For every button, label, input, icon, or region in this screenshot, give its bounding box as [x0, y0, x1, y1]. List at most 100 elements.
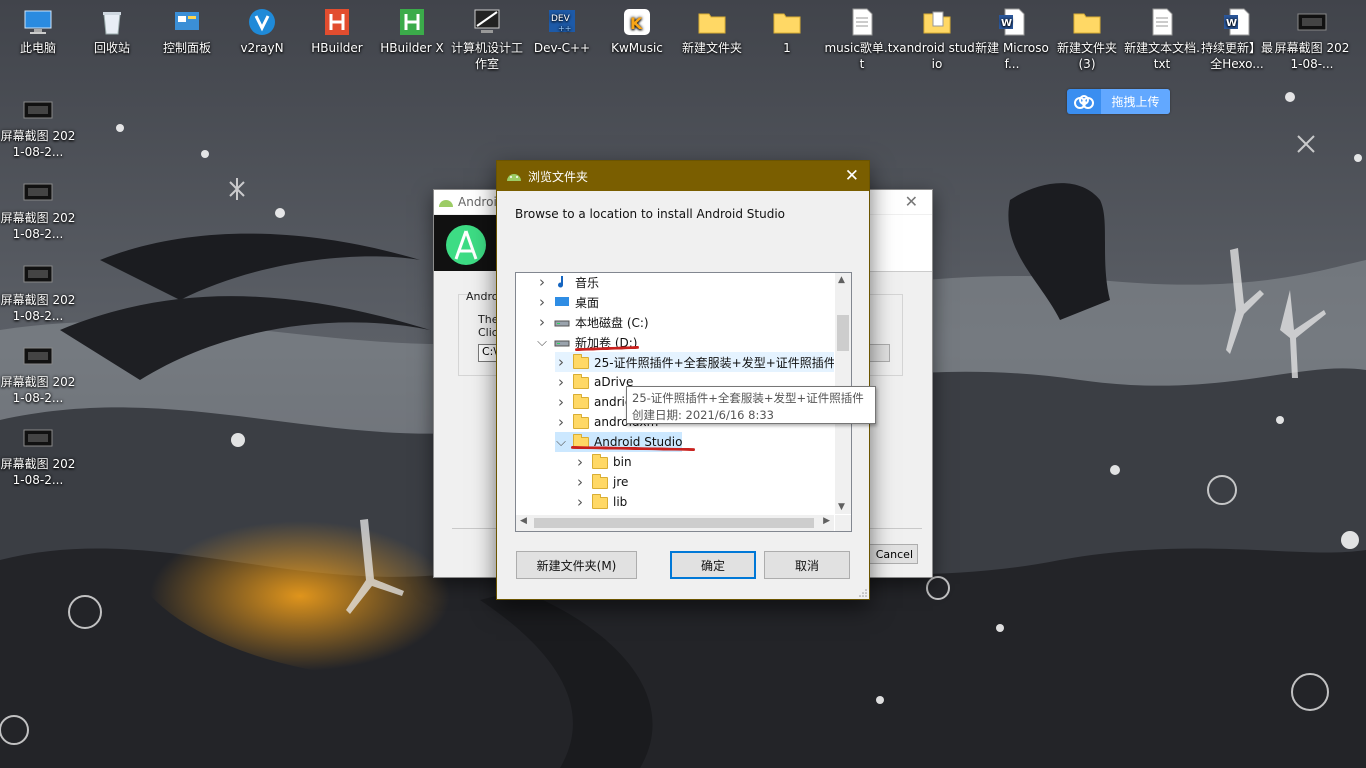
desktop-icon-4[interactable]: HBuilder: [299, 6, 375, 56]
desktop-icon-label: 此电脑: [19, 41, 56, 55]
folder-icon: [696, 6, 728, 38]
scroll-left-icon[interactable]: ◀: [520, 516, 527, 526]
chevron-right-icon[interactable]: ›: [555, 373, 567, 391]
chevron-right-icon[interactable]: ›: [536, 273, 548, 291]
tree-item-label: jre: [613, 475, 629, 489]
desktop-icon-label: music歌单.txt: [824, 41, 900, 71]
desktop-icon-label: android studio: [899, 41, 975, 71]
desktop-icon-5[interactable]: HBuilder X: [374, 6, 450, 56]
folder-doc-icon: [921, 6, 953, 38]
chevron-right-icon[interactable]: ›: [536, 313, 548, 331]
ok-button[interactable]: 确定: [670, 551, 756, 579]
desktop-icon-7[interactable]: DEV ++ Dev-C++: [524, 6, 600, 56]
chevron-right-icon[interactable]: ›: [536, 293, 548, 311]
chevron-right-icon[interactable]: ›: [574, 473, 586, 491]
horizontal-scrollbar[interactable]: ◀ ▶: [516, 515, 834, 531]
desktop-icon-8[interactable]: K KwMusic: [599, 6, 675, 56]
new-folder-button[interactable]: 新建文件夹(M): [516, 551, 637, 579]
desktop-icon-label: 计算机设计工作室: [450, 41, 523, 71]
scroll-right-icon[interactable]: ▶: [823, 516, 830, 526]
tree-item-label: 音乐: [575, 275, 600, 290]
tree-item[interactable]: › jre: [574, 472, 628, 492]
tree-item[interactable]: › bin: [574, 452, 632, 472]
desktop-icon-0[interactable]: 此电脑: [0, 6, 76, 56]
svg-text:W: W: [1226, 18, 1237, 29]
desktop-icon-15[interactable]: 新建文本文档.txt: [1124, 6, 1200, 72]
desktop-icon-label: 屏幕截图 2021-08-2...: [0, 129, 76, 159]
screenshot-icon: [22, 94, 54, 126]
desktop-icon-3[interactable]: v2rayN: [224, 6, 300, 56]
scroll-down-icon[interactable]: ▼: [838, 502, 845, 512]
scroll-thumb[interactable]: [837, 315, 849, 351]
screenshot-file-2[interactable]: 屏幕截图 2021-08-2...: [0, 258, 76, 324]
screenshot-icon: [22, 340, 54, 372]
folder-icon: [1071, 6, 1103, 38]
chevron-right-icon[interactable]: ›: [555, 353, 567, 371]
tree-item[interactable]: › andrid: [555, 392, 632, 412]
tree-item-label: 25-证件照插件+全套服装+发型+证件照插件: [594, 355, 836, 370]
folder-icon: [592, 494, 608, 509]
screenshot-file-0[interactable]: 屏幕截图 2021-08-2...: [0, 94, 76, 160]
desktop-icon-17[interactable]: 屏幕截图 2021-08-...: [1274, 6, 1350, 72]
desktop-icon-6[interactable]: 计算机设计工作室: [449, 6, 525, 72]
screenshot-file-1[interactable]: 屏幕截图 2021-08-2...: [0, 176, 76, 242]
desktop-icon-12[interactable]: android studio: [899, 6, 975, 72]
browse-titlebar: 浏览文件夹 ✕: [497, 161, 869, 191]
svg-text:K: K: [630, 14, 643, 33]
tree-item[interactable]: › 本地磁盘 (C:): [536, 312, 649, 332]
hbuilderx-icon: [396, 6, 428, 38]
desktop-icon-label: 屏幕截图 2021-08-2...: [0, 211, 76, 241]
hscroll-thumb[interactable]: [534, 518, 814, 528]
desktop-icon-11[interactable]: music歌单.txt: [824, 6, 900, 72]
tree-item[interactable]: › 音乐: [536, 273, 600, 292]
screenshot-file-4[interactable]: 屏幕截图 2021-08-2...: [0, 422, 76, 488]
computer-icon: [22, 6, 54, 38]
chevron-down-icon[interactable]: ⌵: [555, 435, 567, 450]
scroll-up-icon[interactable]: ▲: [838, 275, 845, 285]
desktop-icon-label: HBuilder X: [380, 41, 444, 55]
chevron-right-icon[interactable]: ›: [574, 493, 586, 511]
desktop-icon-1[interactable]: 回收站: [74, 6, 150, 56]
cloud-icon: [1074, 94, 1094, 109]
desktop-icon-16[interactable]: W 持续更新】最全Hexo...: [1199, 6, 1275, 72]
upload-widget[interactable]: 拖拽上传: [1067, 89, 1170, 114]
chevron-down-icon[interactable]: ⌵: [536, 335, 548, 350]
setup-cancel-button[interactable]: Cancel: [864, 544, 918, 564]
tree-item[interactable]: › 25-证件照插件+全套服装+发型+证件照插件: [555, 352, 836, 372]
desktop-icon-13[interactable]: W 新建 Microsof...: [974, 6, 1050, 72]
svg-text:DEV: DEV: [551, 14, 571, 24]
android-icon: [439, 200, 453, 207]
text-file-icon: [846, 6, 878, 38]
tree-item[interactable]: › 桌面: [536, 292, 599, 312]
close-icon[interactable]: ✕: [845, 166, 859, 186]
chevron-right-icon[interactable]: ›: [555, 413, 567, 431]
desktop-icon-9[interactable]: 新建文件夹: [674, 6, 750, 56]
desktop-icon-label: 屏幕截图 2021-08-2...: [0, 293, 76, 323]
scroll-corner: [835, 515, 851, 531]
chevron-right-icon[interactable]: ›: [555, 393, 567, 411]
resize-grip-icon[interactable]: [859, 589, 867, 597]
screenshot-file-3[interactable]: 屏幕截图 2021-08-2...: [0, 340, 76, 406]
tree-item[interactable]: › aDrive: [555, 372, 633, 392]
desktop-icon: [554, 295, 570, 309]
dialog-title: 浏览文件夹: [528, 169, 589, 184]
desktop-icon-10[interactable]: 1: [749, 6, 825, 56]
folder-tooltip: 25-证件照插件+全套服装+发型+证件照插件 创建日期: 2021/6/16 8…: [626, 386, 876, 424]
desktop-icon-label: HBuilder: [311, 41, 363, 55]
dialog-prompt: Browse to a location to install Android …: [515, 207, 785, 221]
desktop-icon-2[interactable]: 控制面板: [149, 6, 225, 56]
svg-text:W: W: [1001, 18, 1012, 29]
desktop-icon-label: 新建文本文档.txt: [1124, 41, 1200, 71]
desktop-icon-14[interactable]: 新建文件夹 (3): [1049, 6, 1125, 72]
chevron-right-icon[interactable]: ›: [574, 453, 586, 471]
tree-item[interactable]: › lib: [574, 492, 627, 512]
tree-item-label: lib: [613, 495, 628, 509]
setup-close-icon[interactable]: ✕: [905, 192, 918, 211]
cancel-button[interactable]: 取消: [764, 551, 850, 579]
desktop-icon-label: 新建文件夹 (3): [1056, 41, 1117, 71]
text-file-icon: [1146, 6, 1178, 38]
folder-icon: [573, 394, 589, 409]
browse-folder-dialog: 浏览文件夹 ✕ Browse to a location to install …: [496, 160, 870, 600]
folder-icon: [573, 354, 589, 369]
tree-item-label: 桌面: [575, 295, 600, 310]
